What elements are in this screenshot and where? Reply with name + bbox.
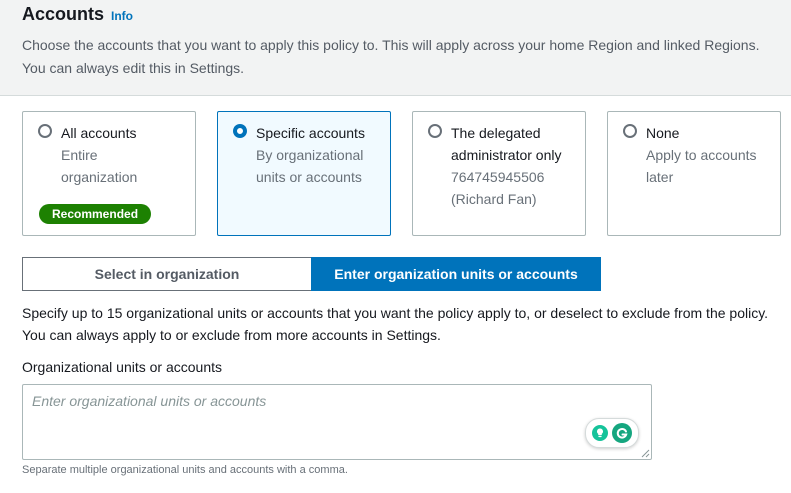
option-label: All accounts: [61, 125, 137, 141]
section-description: Choose the accounts that you want to app…: [22, 37, 760, 76]
option-label-line: administrator only: [451, 147, 562, 163]
accounts-header: Accounts Info Choose the accounts that y…: [0, 0, 791, 96]
account-owner: (Richard Fan): [451, 191, 537, 207]
option-desc-line: units or accounts: [256, 169, 362, 185]
account-id: 764745945506: [451, 169, 545, 185]
radio-none[interactable]: [623, 124, 637, 138]
option-desc-line: By organizational: [256, 147, 364, 163]
radio-specific-accounts[interactable]: [233, 124, 247, 138]
option-specific-accounts[interactable]: Specific accounts By organizational unit…: [217, 111, 391, 236]
radio-all-accounts[interactable]: [38, 124, 52, 138]
recommended-badge: Recommended: [39, 204, 152, 224]
tab-enter-units-or-accounts[interactable]: Enter organization units or accounts: [311, 257, 601, 291]
specify-description: Specify up to 15 organizational units or…: [22, 305, 769, 343]
option-desc-line: organization: [61, 169, 138, 185]
option-desc-line: Apply to accounts: [646, 147, 757, 163]
grammarly-icon[interactable]: [612, 423, 632, 443]
option-desc-line: Entire: [61, 147, 98, 163]
grammarly-widget[interactable]: [585, 418, 639, 448]
title-row: Accounts Info: [22, 4, 133, 25]
option-desc-line: later: [646, 169, 674, 185]
bulb-icon[interactable]: [592, 425, 608, 441]
field-label: Organizational units or accounts: [22, 359, 222, 375]
field-hint: Separate multiple organizational units a…: [22, 464, 348, 476]
textarea-placeholder: Enter organizational units or accounts: [32, 393, 267, 409]
radio-delegated-admin[interactable]: [428, 124, 442, 138]
info-link[interactable]: Info: [111, 9, 133, 23]
option-label: None: [646, 125, 680, 141]
tab-select-in-organization[interactable]: Select in organization: [22, 257, 311, 291]
option-all-accounts[interactable]: All accounts Entire organization Recomme…: [22, 111, 196, 236]
option-label: Specific accounts: [256, 125, 365, 141]
resize-handle-icon[interactable]: [641, 449, 650, 458]
option-label-line: The delegated: [451, 125, 541, 141]
option-none[interactable]: None Apply to accounts later: [607, 111, 781, 236]
option-delegated-admin[interactable]: The delegated administrator only 7647459…: [412, 111, 586, 236]
units-or-accounts-textarea[interactable]: Enter organizational units or accounts: [22, 384, 652, 460]
section-title: Accounts: [22, 4, 105, 24]
